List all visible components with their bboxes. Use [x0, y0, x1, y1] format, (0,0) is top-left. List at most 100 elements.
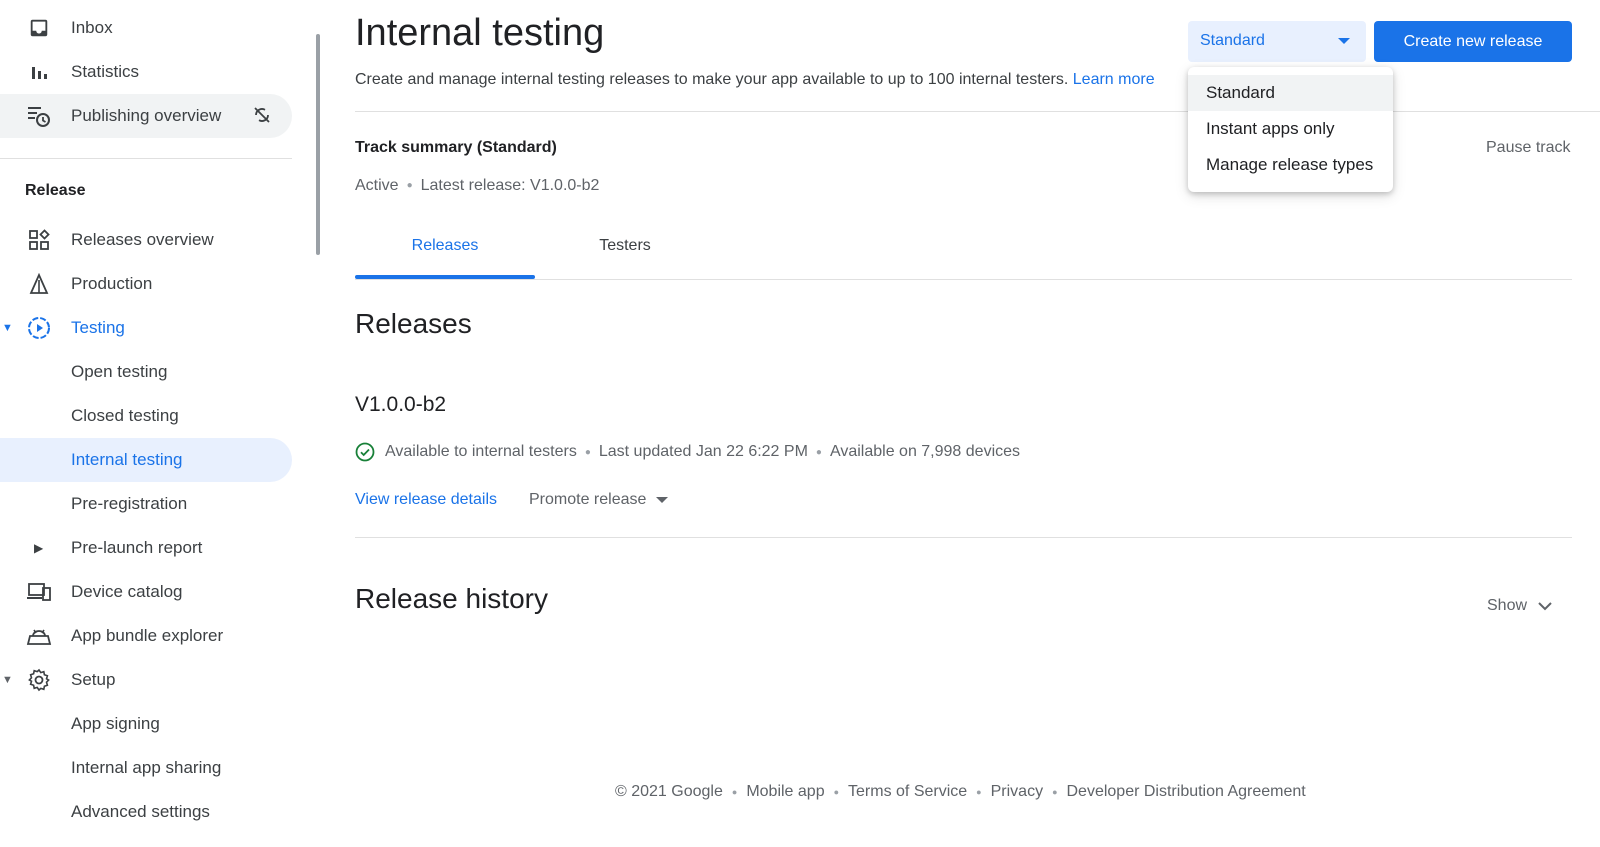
footer-terms-link[interactable]: Terms of Service	[848, 783, 967, 801]
sidebar-item-label: Closed testing	[71, 406, 179, 425]
section-divider	[355, 537, 1572, 538]
sidebar-item-production[interactable]: Production	[0, 262, 292, 306]
sidebar-item-setup[interactable]: ▼ Setup	[0, 658, 292, 702]
gear-icon	[25, 666, 53, 694]
sidebar-item-label: Internal testing	[71, 450, 183, 469]
sidebar-item-internal-testing[interactable]: Internal testing	[0, 438, 292, 482]
page-title: Internal testing	[355, 12, 605, 54]
android-bundle-icon	[25, 622, 53, 650]
sidebar-item-label: Publishing overview	[71, 106, 222, 125]
menu-item-manage-release-types[interactable]: Manage release types	[1188, 147, 1393, 183]
view-release-details-link[interactable]: View release details	[355, 491, 497, 509]
sidebar-item-label: App bundle explorer	[71, 626, 224, 645]
release-devices: Available on 7,998 devices	[829, 443, 1021, 460]
dropdown-arrow-icon	[1338, 38, 1350, 44]
footer-privacy-link[interactable]: Privacy	[991, 783, 1043, 801]
sidebar-item-advanced-settings[interactable]: Advanced settings	[0, 790, 292, 834]
sidebar-item-releases-overview[interactable]: Releases overview	[0, 218, 292, 262]
footer-dda-link[interactable]: Developer Distribution Agreement	[1067, 783, 1306, 801]
sidebar-item-label: Internal app sharing	[71, 758, 222, 777]
separator-dot: ●	[406, 180, 413, 192]
caret-down-icon: ▼	[2, 674, 13, 686]
release-availability: Available to internal testers	[385, 443, 577, 460]
separator-dot: ●	[731, 787, 738, 797]
separator-dot: ●	[1052, 787, 1058, 797]
sidebar-item-device-catalog[interactable]: Device catalog	[0, 570, 292, 614]
release-meta: Available to internal testers ● Last upd…	[355, 442, 1020, 462]
caret-down-icon: ▼	[2, 322, 13, 334]
release-last-updated: Last updated Jan 22 6:22 PM	[598, 443, 808, 460]
dropdown-arrow-icon	[656, 496, 669, 503]
learn-more-link[interactable]: Learn more	[1073, 71, 1155, 88]
sidebar-item-app-signing[interactable]: App signing	[0, 702, 292, 746]
devices-icon	[25, 578, 53, 606]
footer: © 2021 Google ● Mobile app ● Terms of Se…	[615, 783, 1306, 801]
inbox-icon	[25, 14, 53, 42]
sidebar-item-label: Advanced settings	[71, 802, 210, 821]
sidebar-item-internal-app-sharing[interactable]: Internal app sharing	[0, 746, 292, 790]
show-label: Show	[1487, 597, 1528, 614]
page-description: Create and manage internal testing relea…	[355, 71, 1155, 89]
sidebar-item-label: Releases overview	[71, 230, 214, 249]
latest-release: Latest release: V1.0.0-b2	[420, 177, 600, 194]
release-version: V1.0.0-b2	[355, 393, 447, 416]
separator-dot: ●	[815, 446, 822, 458]
sidebar: Inbox Statistics Publishing overview Rel…	[0, 0, 295, 847]
sidebar-item-label: Statistics	[71, 62, 140, 81]
release-type-select[interactable]: Standard	[1188, 21, 1366, 62]
tab-divider	[355, 279, 1572, 280]
publishing-history-icon	[25, 102, 53, 130]
sidebar-item-label: Pre-registration	[71, 494, 188, 513]
sidebar-scrollbar[interactable]	[316, 34, 320, 255]
sidebar-item-label: Device catalog	[71, 582, 183, 601]
header-divider	[355, 111, 1600, 112]
sync-disabled-icon[interactable]	[252, 105, 274, 127]
separator-dot: ●	[976, 787, 982, 797]
pause-track-button[interactable]: Pause track	[1486, 139, 1570, 157]
bar-chart-icon	[25, 58, 53, 86]
sidebar-item-publishing-overview[interactable]: Publishing overview	[0, 94, 292, 138]
testing-icon	[25, 314, 53, 342]
sidebar-item-label: Inbox	[71, 18, 113, 37]
separator-dot: ●	[584, 446, 591, 458]
sidebar-item-label: Setup	[71, 670, 116, 689]
promote-release-label: Promote release	[529, 491, 647, 508]
sidebar-section-release: Release	[25, 182, 86, 199]
sidebar-item-open-testing[interactable]: Open testing	[0, 350, 292, 394]
menu-item-instant-apps[interactable]: Instant apps only	[1188, 111, 1393, 147]
sidebar-item-label: Open testing	[71, 362, 168, 381]
sidebar-item-label: Pre-launch report	[71, 538, 203, 557]
sidebar-item-inbox[interactable]: Inbox	[0, 6, 292, 50]
sidebar-item-pre-registration[interactable]: Pre-registration	[0, 482, 292, 526]
sidebar-item-closed-testing[interactable]: Closed testing	[0, 394, 292, 438]
sidebar-item-pre-launch-report[interactable]: ▶ Pre-launch report	[0, 526, 292, 570]
check-circle-icon	[355, 442, 375, 462]
release-type-value: Standard	[1200, 32, 1265, 49]
tab-testers[interactable]: Testers	[535, 237, 715, 279]
promote-release-button[interactable]: Promote release	[529, 491, 669, 509]
menu-item-standard[interactable]: Standard	[1188, 75, 1393, 111]
release-history-heading: Release history	[355, 583, 548, 614]
separator-dot: ●	[833, 787, 840, 797]
sidebar-item-label: App signing	[71, 714, 160, 733]
sidebar-item-testing[interactable]: ▼ Testing	[0, 306, 292, 350]
chevron-down-icon	[1538, 602, 1552, 611]
production-icon	[25, 270, 53, 298]
sidebar-item-app-bundle-explorer[interactable]: App bundle explorer	[0, 614, 292, 658]
sidebar-divider	[0, 158, 292, 159]
tab-releases[interactable]: Releases	[355, 237, 535, 279]
sidebar-item-label: Production	[71, 274, 153, 293]
release-type-menu: Standard Instant apps only Manage releas…	[1188, 67, 1393, 192]
track-summary-title: Track summary (Standard)	[355, 139, 557, 156]
sidebar-item-label: Testing	[71, 318, 125, 337]
show-history-button[interactable]: Show	[1487, 597, 1553, 615]
dashboard-icon	[25, 226, 53, 254]
create-new-release-button[interactable]: Create new release	[1374, 21, 1572, 62]
footer-copyright: © 2021 Google	[615, 783, 723, 800]
releases-heading: Releases	[355, 308, 472, 339]
footer-mobile-app-link[interactable]: Mobile app	[746, 783, 824, 801]
description-text: Create and manage internal testing relea…	[355, 71, 1069, 88]
sidebar-item-statistics[interactable]: Statistics	[0, 50, 292, 94]
caret-right-icon: ▶	[34, 541, 44, 555]
track-status: Active	[355, 177, 399, 194]
